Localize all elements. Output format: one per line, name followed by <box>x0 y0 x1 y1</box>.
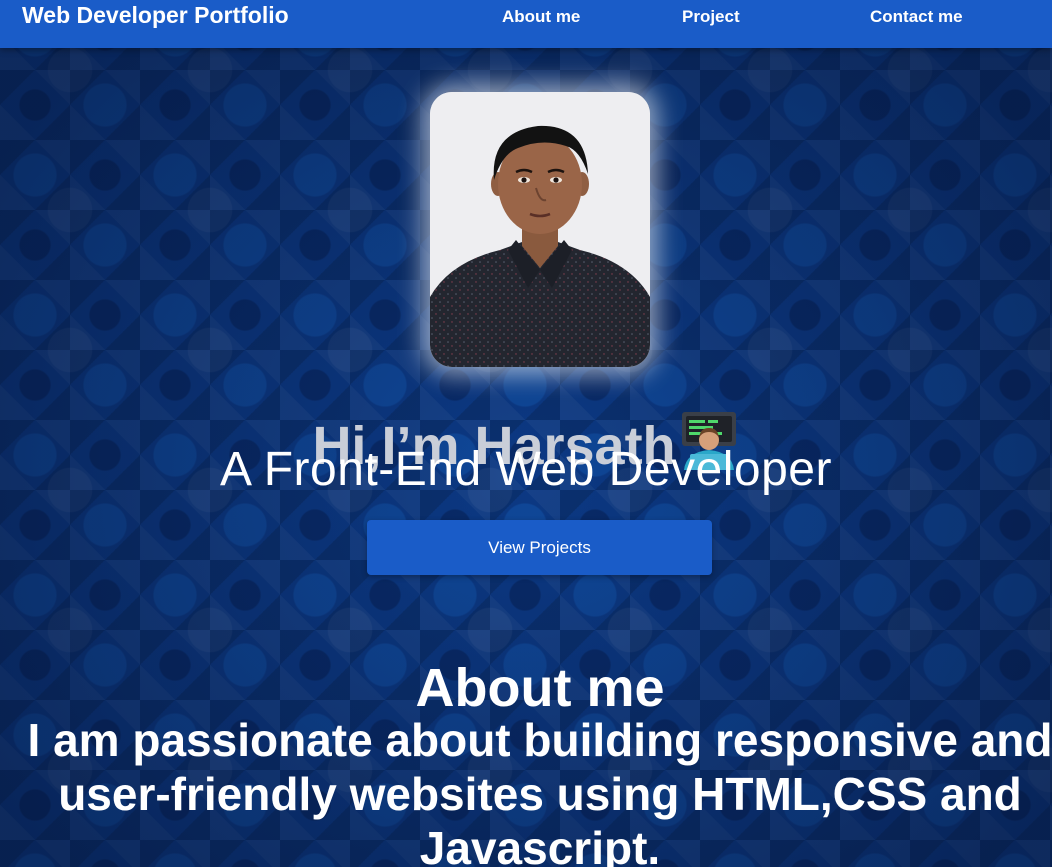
navbar: Web Developer Portfolio About me Project… <box>0 0 1052 48</box>
nav-link-project[interactable]: Project <box>682 7 740 27</box>
nav-link-contact[interactable]: Contact me <box>870 7 963 27</box>
hero-role: A Front-End Web Developer <box>220 443 832 496</box>
about-title: About me <box>415 657 665 718</box>
profile-photo <box>430 92 650 367</box>
site-brand[interactable]: Web Developer Portfolio <box>22 2 289 29</box>
hero-section: Hi,I’m Harsath A Front-End Web Developer… <box>0 48 1052 867</box>
nav-link-about[interactable]: About me <box>502 7 580 27</box>
person-portrait-icon <box>430 92 650 367</box>
view-projects-button[interactable]: View Projects <box>367 520 712 575</box>
about-description: I am passionate about building responsiv… <box>27 714 1052 867</box>
